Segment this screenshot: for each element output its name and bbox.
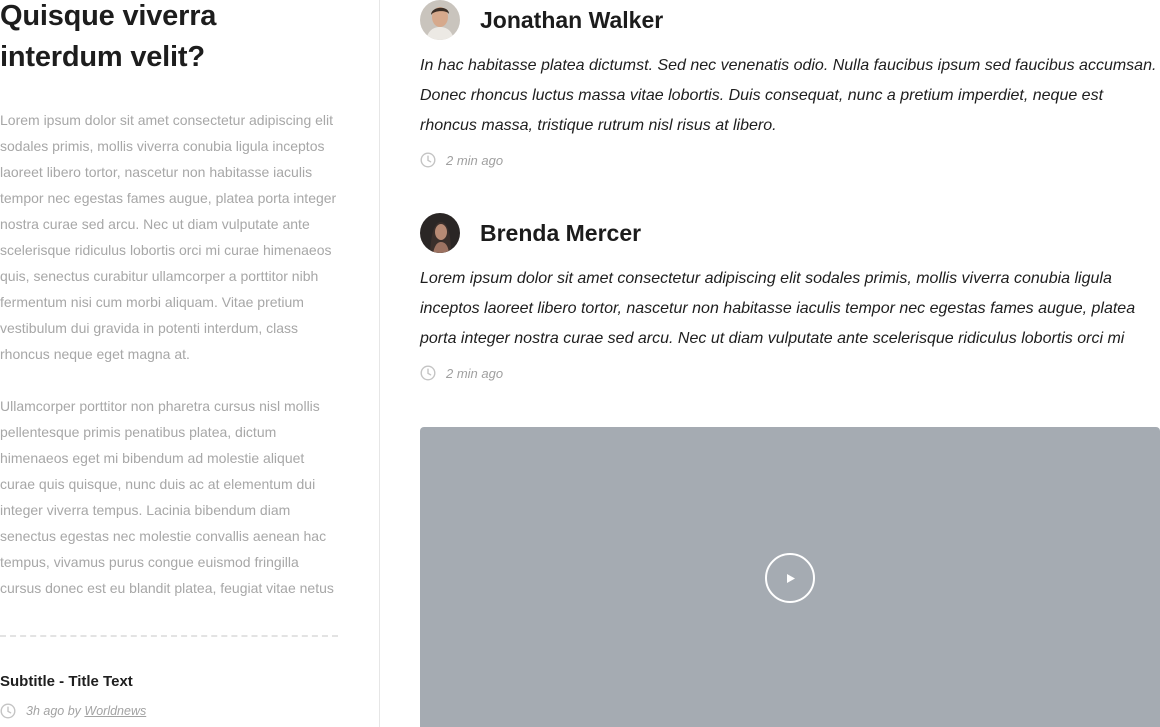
comment-time: 2 min ago <box>446 152 504 168</box>
avatar[interactable] <box>420 0 460 40</box>
dashed-divider <box>0 635 338 637</box>
play-button[interactable] <box>765 553 815 603</box>
comment-item: Brenda Mercer Lorem ipsum dolor sit amet… <box>420 213 1160 381</box>
comment-item: Jonathan Walker In hac habitasse platea … <box>420 0 1160 168</box>
article-meta-time: 3h ago by <box>26 704 81 718</box>
article-subtitle[interactable]: Subtitle - Title Text <box>0 673 133 690</box>
article-title: Quisque viverra interdum velit? <box>0 0 217 73</box>
author-link[interactable]: Worldnews <box>84 704 146 718</box>
comment-meta: 2 min ago <box>420 365 1160 381</box>
comment-header: Brenda Mercer <box>420 213 1160 253</box>
comment-time: 2 min ago <box>446 365 504 381</box>
comment-header: Jonathan Walker <box>420 0 1160 40</box>
clock-icon <box>420 152 436 168</box>
comment-author-name[interactable]: Brenda Mercer <box>480 220 641 247</box>
clock-icon <box>0 703 16 719</box>
comment-author-name[interactable]: Jonathan Walker <box>480 7 663 34</box>
article-meta: 3h ago by Worldnews <box>0 703 146 719</box>
video-player[interactable] <box>420 427 1160 727</box>
comment-body: In hac habitasse platea dictumst. Sed ne… <box>420 57 1157 134</box>
clock-icon <box>420 365 436 381</box>
comment-body: Lorem ipsum dolor sit amet consectetur a… <box>420 270 1136 347</box>
comment-meta: 2 min ago <box>420 152 1160 168</box>
article-paragraph-2: Ullamcorper porttitor non pharetra cursu… <box>0 398 334 596</box>
avatar[interactable] <box>420 213 460 253</box>
column-divider <box>379 0 380 727</box>
play-icon <box>787 573 795 583</box>
article-paragraph-1: Lorem ipsum dolor sit amet consectetur a… <box>0 112 337 362</box>
